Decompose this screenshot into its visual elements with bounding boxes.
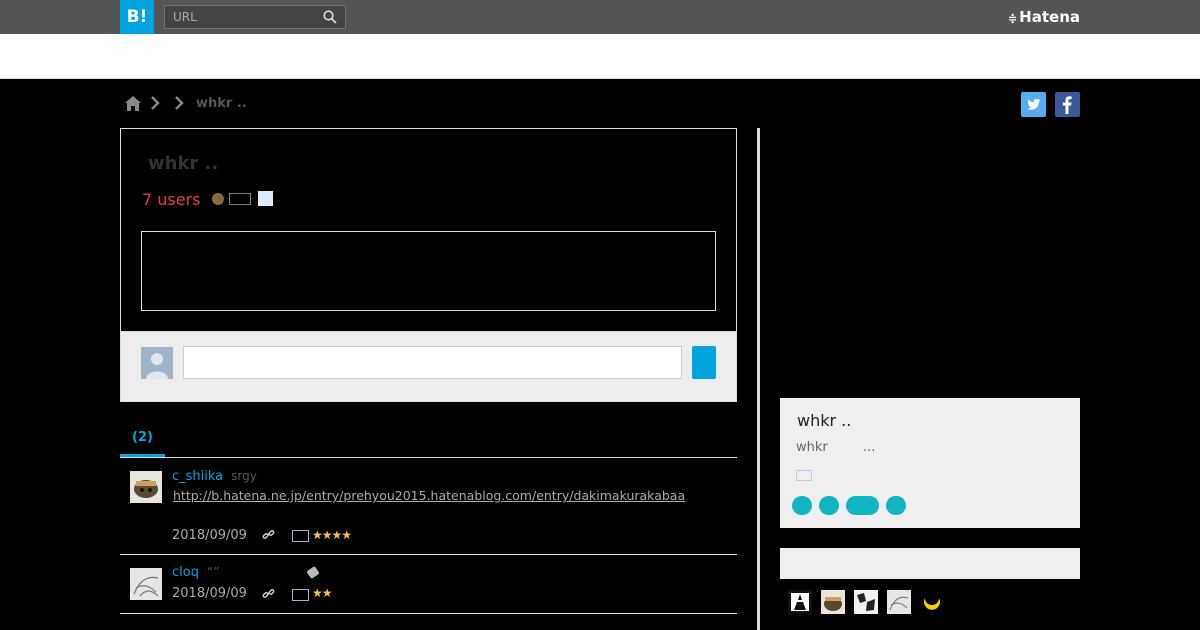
add-star-icon[interactable]	[292, 589, 309, 601]
bookmark-tabs: (2)	[120, 425, 737, 458]
bookmark-comment-form	[120, 331, 737, 402]
hatena-bookmark-logo[interactable]: B!	[120, 0, 154, 34]
related-user-avatar[interactable]	[887, 590, 911, 614]
related-user-avatar[interactable]	[821, 590, 845, 614]
facebook-icon	[1063, 96, 1072, 114]
hatena-brand-link[interactable]: ≑ Hatena	[1008, 8, 1080, 26]
bookmark-user[interactable]: cloq “”	[172, 565, 219, 580]
search-icon[interactable]	[323, 10, 337, 24]
tab-comments[interactable]: (2)	[120, 425, 165, 457]
home-icon[interactable]	[124, 95, 142, 112]
bookmark-user-name[interactable]: cloq	[172, 565, 199, 580]
comment-input[interactable]	[183, 346, 682, 379]
site-action-button[interactable]	[886, 496, 906, 515]
user-avatar-cloq[interactable]	[130, 568, 162, 600]
site-description: whkr	[796, 440, 828, 455]
twitter-share-button[interactable]	[1021, 92, 1046, 117]
bookmark-comment-link[interactable]: http://b.hatena.ne.jp/entry/prehyou2015.…	[173, 488, 685, 503]
favorite-user-avatar[interactable]	[212, 193, 224, 205]
star-rating[interactable]: ★★★★	[312, 528, 352, 542]
bookmark-date[interactable]: 2018/09/09	[172, 528, 247, 543]
user-avatar-c-shiika[interactable]	[130, 471, 162, 503]
search-input[interactable]	[165, 6, 315, 28]
add-bookmark-button[interactable]	[692, 346, 716, 379]
site-info-card: whkr .. whkr ...	[780, 398, 1080, 528]
facebook-share-button[interactable]	[1055, 92, 1080, 117]
favorite-user-avatar[interactable]	[229, 193, 251, 205]
breadcrumb: whkr ..	[124, 93, 247, 113]
global-header: B! ≑Hatena	[0, 0, 1200, 34]
hatena-mark-icon: ≑	[1007, 12, 1018, 25]
search-box	[164, 5, 346, 29]
column-divider	[757, 128, 760, 630]
site-action-button[interactable]	[819, 496, 839, 515]
site-action-button[interactable]	[792, 496, 812, 515]
tag-icon	[306, 565, 320, 580]
site-title[interactable]: whkr ..	[797, 411, 851, 430]
avatar	[141, 347, 173, 379]
permalink-icon[interactable]	[262, 587, 275, 600]
bookmark-tag[interactable]: “”	[207, 565, 219, 579]
bookmark-user[interactable]: c_shiika srgy	[172, 469, 257, 484]
breadcrumb-current: whkr ..	[196, 95, 247, 111]
chevron-right-icon	[151, 96, 160, 110]
chevron-right-icon	[175, 96, 184, 110]
site-action-button[interactable]	[846, 496, 879, 515]
add-star-icon[interactable]	[292, 530, 309, 542]
bookmark-item: c_shiika srgy http://b.hatena.ne.jp/entry…	[120, 458, 737, 555]
bookmark-tag[interactable]: srgy	[231, 469, 257, 483]
sub-header	[0, 34, 1200, 79]
default-user-icon	[146, 353, 168, 379]
related-user-avatar[interactable]	[788, 590, 812, 614]
add-star-icon[interactable]	[796, 470, 812, 481]
bookmark-user-count[interactable]: 7 users	[142, 190, 201, 209]
related-user-avatar[interactable]	[920, 590, 944, 614]
twitter-icon	[1027, 98, 1041, 110]
entry-preview-frame[interactable]	[141, 231, 716, 311]
brand-name: Hatena	[1019, 8, 1080, 26]
permalink-icon[interactable]	[262, 528, 275, 541]
bookmark-item: cloq “” 2018/09/09 ★★	[120, 555, 737, 614]
site-description-more: ...	[863, 440, 876, 455]
related-user-avatar[interactable]	[854, 590, 878, 614]
bookmark-date[interactable]: 2018/09/09	[172, 586, 247, 601]
bookmark-user-name[interactable]: c_shiika	[172, 469, 223, 484]
star-rating[interactable]: ★★	[312, 586, 332, 600]
entry-title[interactable]: whkr ..	[148, 153, 218, 174]
related-users-header	[780, 548, 1080, 579]
entry-card: whkr .. 7 users	[120, 128, 737, 332]
favorite-user-avatar[interactable]	[258, 191, 273, 206]
